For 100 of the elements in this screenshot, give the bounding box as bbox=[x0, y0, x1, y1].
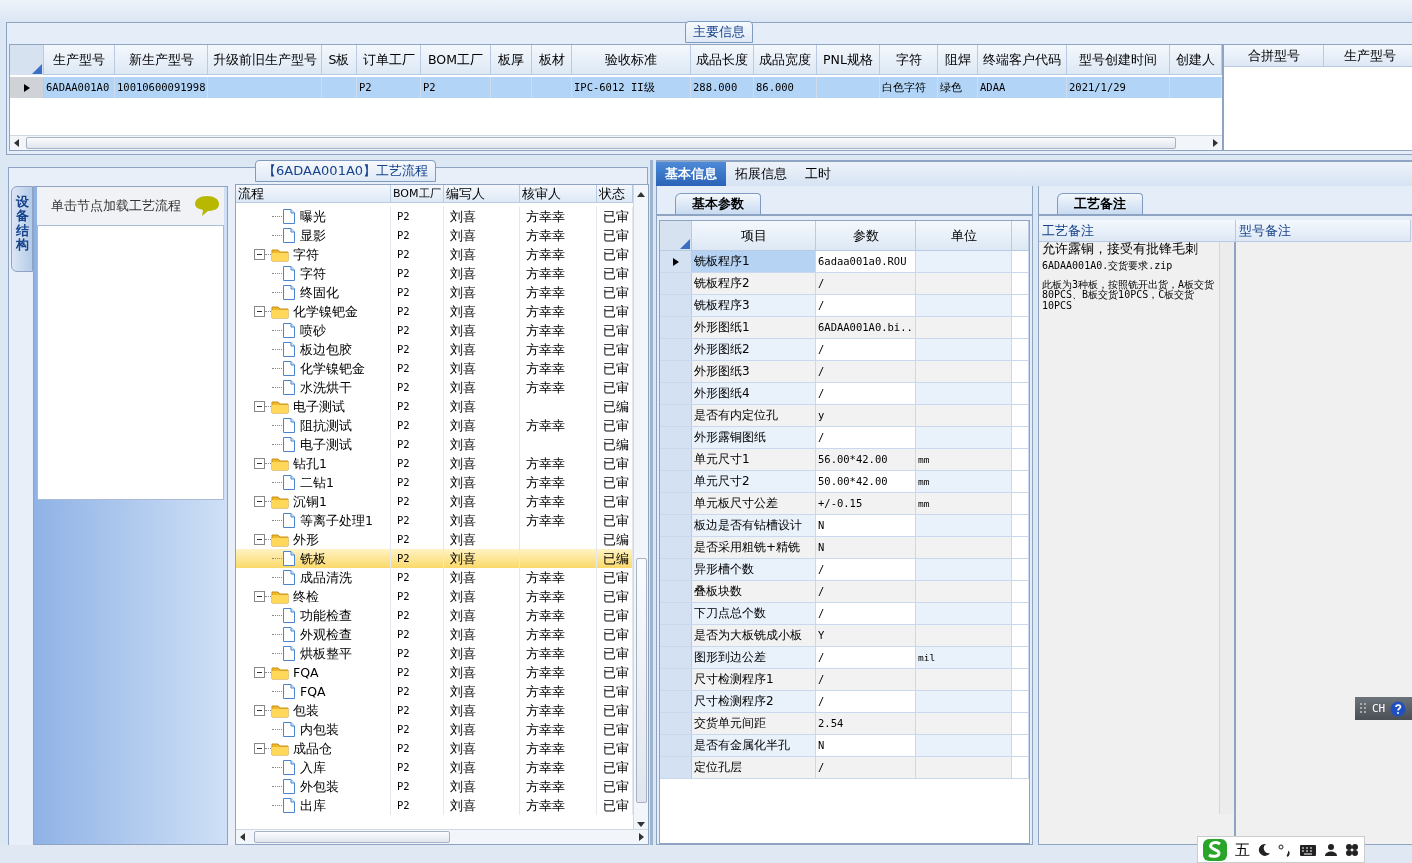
tree-row[interactable]: 成品清洗 P2 刘喜 方幸幸 已审 bbox=[236, 568, 633, 587]
column-header[interactable]: 生产型号 bbox=[1324, 45, 1412, 67]
row-header[interactable] bbox=[660, 251, 692, 272]
collapse-icon[interactable] bbox=[254, 306, 265, 317]
input-method-logo-icon[interactable] bbox=[1202, 837, 1228, 862]
side-tab[interactable]: 设备结构 bbox=[11, 186, 33, 272]
column-header[interactable]: 验收标准 bbox=[572, 45, 691, 75]
column-header[interactable]: 核审人 bbox=[520, 185, 597, 203]
table-cell[interactable]: 单元尺寸2 bbox=[692, 471, 816, 492]
table-cell[interactable]: 铣板程序1 bbox=[692, 251, 816, 272]
tree-row[interactable]: 终固化 P2 刘喜 方幸幸 已审 bbox=[236, 283, 633, 302]
tree-row[interactable]: 电子测试 P2 刘喜 已编 bbox=[236, 397, 633, 416]
language-indicator[interactable]: CH bbox=[1355, 697, 1412, 720]
table-cell[interactable]: 下刀点总个数 bbox=[692, 603, 816, 624]
grid-row[interactable]: 6ADAA001A0 10010600091998 P2 P2 IPC-6012 II级 288.000 86.000 白色字符 绿色 ADAA 2021/1/29 bbox=[10, 77, 1222, 98]
table-cell[interactable]: 是否采用粗铣+精铣 bbox=[692, 537, 816, 558]
collapse-icon[interactable] bbox=[254, 591, 265, 602]
horizontal-scrollbar[interactable] bbox=[10, 135, 1222, 150]
tree-row[interactable]: 化学镍钯金 P2 刘喜 方幸幸 已审 bbox=[236, 302, 633, 321]
collapse-icon[interactable] bbox=[254, 458, 265, 469]
column-header[interactable]: BOM工厂 bbox=[421, 45, 491, 75]
tab[interactable]: 工时 bbox=[796, 162, 840, 186]
tree-row[interactable]: 铣板 P2 刘喜 已编 bbox=[236, 549, 633, 568]
table-cell[interactable]: 外形图纸2 bbox=[692, 339, 816, 360]
sub-tab[interactable]: 工艺备注 bbox=[1057, 193, 1143, 214]
grid-icon[interactable] bbox=[1345, 842, 1359, 857]
table-cell[interactable]: 尺寸检测程序2 bbox=[692, 691, 816, 712]
column-header[interactable]: 合拼型号 bbox=[1224, 45, 1324, 67]
column-header[interactable]: 成品长度 bbox=[691, 45, 754, 75]
column-header[interactable]: 终端客户代码 bbox=[978, 45, 1067, 75]
column-header[interactable]: 生产型号 bbox=[44, 45, 115, 75]
column-header[interactable]: 工艺备注 bbox=[1039, 220, 1236, 242]
tree-row[interactable]: 字符 P2 刘喜 方幸幸 已审 bbox=[236, 245, 633, 264]
tree-row[interactable]: 出库 P2 刘喜 方幸幸 已审 bbox=[236, 796, 633, 815]
tree-row[interactable]: 等离子处理1 P2 刘喜 方幸幸 已审 bbox=[236, 511, 633, 530]
tree-row[interactable]: 成品仓 P2 刘喜 方幸幸 已审 bbox=[236, 739, 633, 758]
column-header[interactable]: 项目 bbox=[692, 221, 816, 251]
table-cell[interactable]: 外形图纸3 bbox=[692, 361, 816, 382]
tree-row[interactable]: 外包装 P2 刘喜 方幸幸 已审 bbox=[236, 777, 633, 796]
tree-row[interactable]: 电子测试 P2 刘喜 已编 bbox=[236, 435, 633, 454]
column-header[interactable]: BOM工厂 bbox=[391, 185, 444, 203]
table-cell[interactable]: 外形露铜图纸 bbox=[692, 427, 816, 448]
user-icon[interactable] bbox=[1324, 842, 1338, 857]
column-header[interactable]: 编写人 bbox=[444, 185, 520, 203]
tree-row[interactable]: 显影 P2 刘喜 方幸幸 已审 bbox=[236, 226, 633, 245]
column-header[interactable]: 状态 bbox=[597, 185, 633, 203]
column-header[interactable]: 字符 bbox=[880, 45, 938, 75]
column-header[interactable]: 创建人 bbox=[1170, 45, 1222, 75]
tree-row[interactable]: 入库 P2 刘喜 方幸幸 已审 bbox=[236, 758, 633, 777]
collapse-icon[interactable] bbox=[254, 496, 265, 507]
column-header[interactable]: 型号创建时间 bbox=[1067, 45, 1170, 75]
column-header[interactable]: 流程 bbox=[236, 185, 391, 203]
column-header[interactable]: 单位 bbox=[916, 221, 1012, 251]
table-cell[interactable]: 铣板程序2 bbox=[692, 273, 816, 294]
tree-row[interactable]: 二钻1 P2 刘喜 方幸幸 已审 bbox=[236, 473, 633, 492]
tree-row[interactable]: FQA P2 刘喜 方幸幸 已审 bbox=[236, 663, 633, 682]
column-header[interactable]: 新生产型号 bbox=[115, 45, 208, 75]
table-cell[interactable]: 异形槽个数 bbox=[692, 559, 816, 580]
column-header[interactable]: 升级前旧生产型号 bbox=[208, 45, 322, 75]
punctuation-icon[interactable] bbox=[1278, 842, 1292, 857]
table-cell[interactable]: 外形图纸1 bbox=[692, 317, 816, 338]
table-cell[interactable]: 是否有金属化半孔 bbox=[692, 735, 816, 756]
table-cell[interactable]: 板边是否有钻槽设计 bbox=[692, 515, 816, 536]
table-cell[interactable]: 是否为大板铣成小板 bbox=[692, 625, 816, 646]
scroll-up-icon[interactable] bbox=[636, 190, 646, 198]
tab[interactable]: 基本信息 bbox=[656, 162, 726, 186]
tree-row[interactable]: 字符 P2 刘喜 方幸幸 已审 bbox=[236, 264, 633, 283]
tree-row[interactable]: 烘板整平 P2 刘喜 方幸幸 已审 bbox=[236, 644, 633, 663]
collapse-icon[interactable] bbox=[254, 249, 265, 260]
tab[interactable]: 拓展信息 bbox=[726, 162, 796, 186]
table-cell[interactable]: 单元尺寸1 bbox=[692, 449, 816, 470]
collapse-icon[interactable] bbox=[254, 743, 265, 754]
tree-row[interactable]: 化学镍钯金 P2 刘喜 方幸幸 已审 bbox=[236, 359, 633, 378]
tree-row[interactable]: 包装 P2 刘喜 方幸幸 已审 bbox=[236, 701, 633, 720]
table-cell[interactable]: 是否有内定位孔 bbox=[692, 405, 816, 426]
vertical-scrollbar[interactable] bbox=[633, 203, 648, 829]
collapse-icon[interactable] bbox=[254, 705, 265, 716]
tree-row[interactable]: 功能检查 P2 刘喜 方幸幸 已审 bbox=[236, 606, 633, 625]
tree-row[interactable]: 板边包胶 P2 刘喜 方幸幸 已审 bbox=[236, 340, 633, 359]
table-cell[interactable]: 图形到边公差 bbox=[692, 647, 816, 668]
table-cell[interactable]: 定位孔层 bbox=[692, 757, 816, 778]
tree-row[interactable]: 内包装 P2 刘喜 方幸幸 已审 bbox=[236, 720, 633, 739]
tree-row[interactable]: 水洗烘干 P2 刘喜 方幸幸 已审 bbox=[236, 378, 633, 397]
tree-row[interactable]: 沉铜1 P2 刘喜 方幸幸 已审 bbox=[236, 492, 633, 511]
table-cell[interactable]: 叠板块数 bbox=[692, 581, 816, 602]
vertical-scrollbar[interactable] bbox=[1219, 242, 1234, 814]
column-header[interactable]: 订单工厂 bbox=[357, 45, 421, 75]
table-cell[interactable]: 尺寸检测程序1 bbox=[692, 669, 816, 690]
column-header[interactable]: 成品宽度 bbox=[754, 45, 817, 75]
tree-row[interactable]: 终检 P2 刘喜 方幸幸 已审 bbox=[236, 587, 633, 606]
table-cell[interactable]: 外形图纸4 bbox=[692, 383, 816, 404]
table-cell[interactable]: 铣板程序3 bbox=[692, 295, 816, 316]
input-mode[interactable]: 五 bbox=[1235, 840, 1250, 859]
column-header[interactable]: S板 bbox=[322, 45, 357, 75]
tree-row[interactable]: FQA P2 刘喜 方幸幸 已审 bbox=[236, 682, 633, 701]
column-header[interactable]: PNL规格 bbox=[817, 45, 880, 75]
keyboard-icon[interactable] bbox=[1299, 842, 1317, 857]
collapse-icon[interactable] bbox=[254, 534, 265, 545]
tree-row[interactable]: 钻孔1 P2 刘喜 方幸幸 已审 bbox=[236, 454, 633, 473]
table-cell[interactable]: 单元板尺寸公差 bbox=[692, 493, 816, 514]
